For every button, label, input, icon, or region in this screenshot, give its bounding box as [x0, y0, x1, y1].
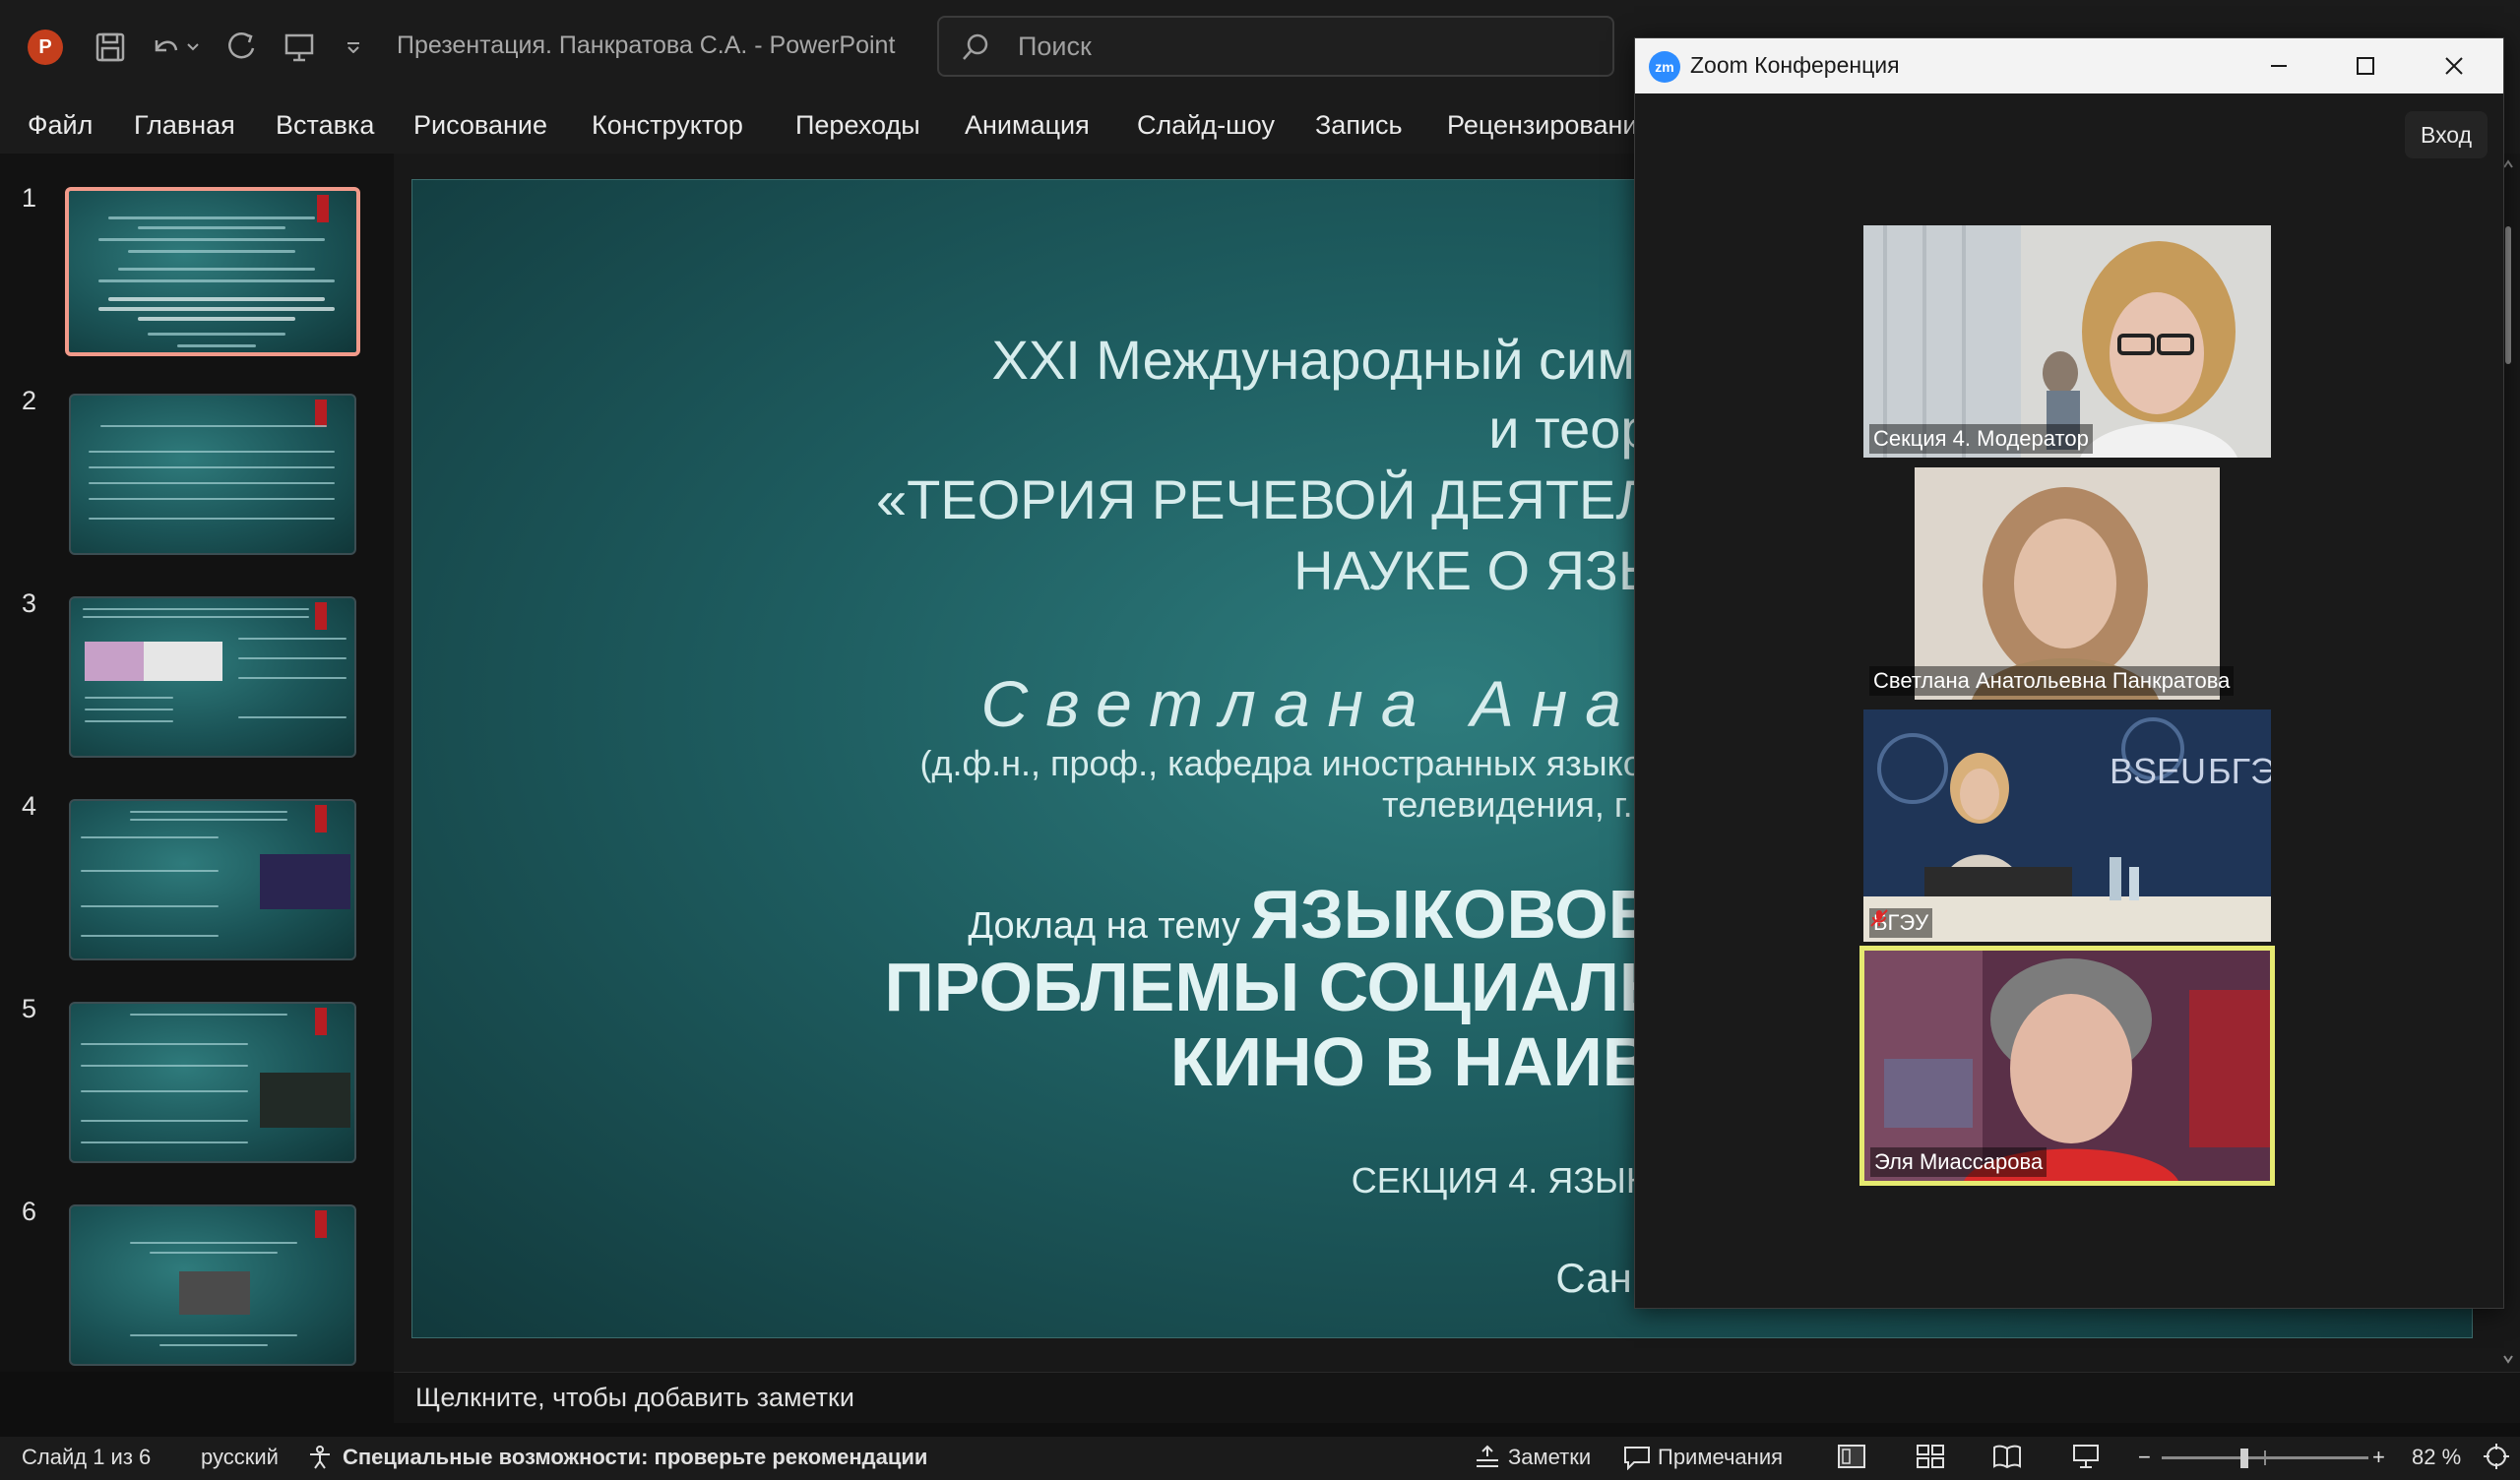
tab-file[interactable]: Файл	[28, 110, 93, 141]
search-box[interactable]	[937, 16, 1614, 77]
thumbnail-number: 6	[22, 1197, 37, 1226]
slide-thumbnail-5[interactable]	[69, 1002, 356, 1163]
zoom-out-button[interactable]: −	[2138, 1445, 2151, 1470]
zoom-in-button[interactable]: +	[2372, 1445, 2385, 1470]
slide-thumbnail-1[interactable]	[65, 187, 360, 356]
search-icon	[961, 32, 990, 67]
language-indicator[interactable]: русский	[201, 1445, 279, 1470]
redo-icon[interactable]	[222, 28, 262, 67]
participant-name: Секция 4. Модератор	[1869, 424, 2093, 454]
zoom-meeting-window: zm Zoom Конференция Вход Секция 4. Модер…	[1634, 37, 2504, 1309]
fit-to-window-icon[interactable]	[2483, 1443, 2510, 1476]
status-bar: Слайд 1 из 6 русский Специальные возможн…	[0, 1437, 2520, 1480]
comments-icon[interactable]	[1622, 1445, 1652, 1476]
slideshow-view-icon[interactable]	[2071, 1443, 2101, 1476]
tab-review[interactable]: Рецензировани	[1447, 110, 1637, 141]
bsu-banner-text-ru: БГЭУ	[2208, 751, 2271, 791]
reading-view-icon[interactable]	[1992, 1443, 2022, 1476]
accessibility-icon[interactable]	[307, 1445, 333, 1476]
participant-video-tile[interactable]: BSEU БГЭУ БГЭУ	[1863, 709, 2271, 942]
slide-thumbnail-pane: 1 2 3 4 5 6	[0, 154, 394, 1372]
thumbnail-number: 5	[22, 994, 37, 1023]
zoom-logo-icon: zm	[1649, 51, 1680, 83]
slide-counter: Слайд 1 из 6	[22, 1445, 152, 1469]
tab-animations[interactable]: Анимация	[965, 110, 1090, 141]
microphone-muted-icon	[1870, 909, 1888, 927]
participant-video-tile-active-speaker[interactable]: Эля Миассарова	[1859, 946, 2275, 1186]
powerpoint-logo-icon: P	[28, 30, 63, 65]
comments-button[interactable]: Примечания	[1658, 1445, 1783, 1470]
participant-video-tile[interactable]: Секция 4. Модератор	[1863, 225, 2271, 458]
participant-video-tile[interactable]: Светлана Анатольевна Панкратова	[1863, 467, 2271, 700]
participant-name: Светлана Анатольевна Панкратова	[1869, 666, 2235, 696]
undo-dropdown-chevron-icon[interactable]	[181, 28, 205, 67]
notes-toggle-button[interactable]: Заметки	[1508, 1445, 1591, 1470]
document-title: Презентация. Панкратова С.А. - PowerPoin…	[397, 31, 896, 59]
zoom-slider-thumb[interactable]	[2240, 1449, 2248, 1468]
zoom-percentage[interactable]: 82 %	[2412, 1445, 2461, 1470]
bsu-banner-text: BSEU	[2110, 751, 2206, 791]
participant-name: Эля Миассарова	[1870, 1147, 2048, 1177]
search-input[interactable]	[1018, 18, 1589, 75]
zoom-title-bar: zm Zoom Конференция	[1635, 38, 2503, 93]
accessibility-status[interactable]: Специальные возможности: проверьте реком…	[343, 1445, 927, 1470]
tab-design[interactable]: Конструктор	[592, 110, 743, 141]
tab-draw[interactable]: Рисование	[413, 110, 547, 141]
maximize-icon[interactable]	[2346, 48, 2385, 84]
slide-thumbnail-4[interactable]	[69, 799, 356, 960]
notes-pane[interactable]: Щелкните, чтобы добавить заметки	[394, 1372, 2520, 1423]
tab-insert[interactable]: Вставка	[276, 110, 374, 141]
zoom-slider[interactable]	[2162, 1449, 2368, 1468]
zoom-sign-in-button[interactable]: Вход	[2405, 111, 2488, 158]
customize-toolbar-icon[interactable]	[339, 28, 368, 67]
zoom-window-title: Zoom Конференция	[1690, 52, 1900, 78]
undo-icon[interactable]	[146, 28, 185, 67]
slide-thumbnail-2[interactable]	[69, 394, 356, 555]
slide-report-lead: Доклад на тему	[968, 905, 1251, 947]
notes-toggle-icon[interactable]	[1473, 1445, 1502, 1476]
minimize-icon[interactable]	[2259, 48, 2299, 84]
slide-sorter-icon[interactable]	[1916, 1443, 1945, 1476]
thumbnail-number: 3	[22, 588, 37, 618]
thumbnail-number: 1	[22, 183, 37, 213]
present-from-start-icon[interactable]	[280, 28, 319, 67]
tab-home[interactable]: Главная	[134, 110, 235, 141]
save-icon[interactable]	[91, 28, 130, 67]
slide-thumbnail-3[interactable]	[69, 596, 356, 758]
slide-thumbnail-6[interactable]	[69, 1204, 356, 1366]
notes-placeholder[interactable]: Щелкните, чтобы добавить заметки	[415, 1383, 854, 1413]
thumbnail-number: 4	[22, 791, 37, 821]
normal-view-icon[interactable]	[1837, 1443, 1866, 1476]
close-icon[interactable]	[2434, 48, 2474, 84]
participant-name-with-mute: БГЭУ	[1869, 908, 1933, 938]
thumbnail-number: 2	[22, 386, 37, 415]
tab-slideshow[interactable]: Слайд-шоу	[1137, 110, 1275, 141]
tab-transitions[interactable]: Переходы	[795, 110, 920, 141]
tab-record[interactable]: Запись	[1315, 110, 1403, 141]
zoom-slider-center-tick	[2264, 1450, 2266, 1465]
